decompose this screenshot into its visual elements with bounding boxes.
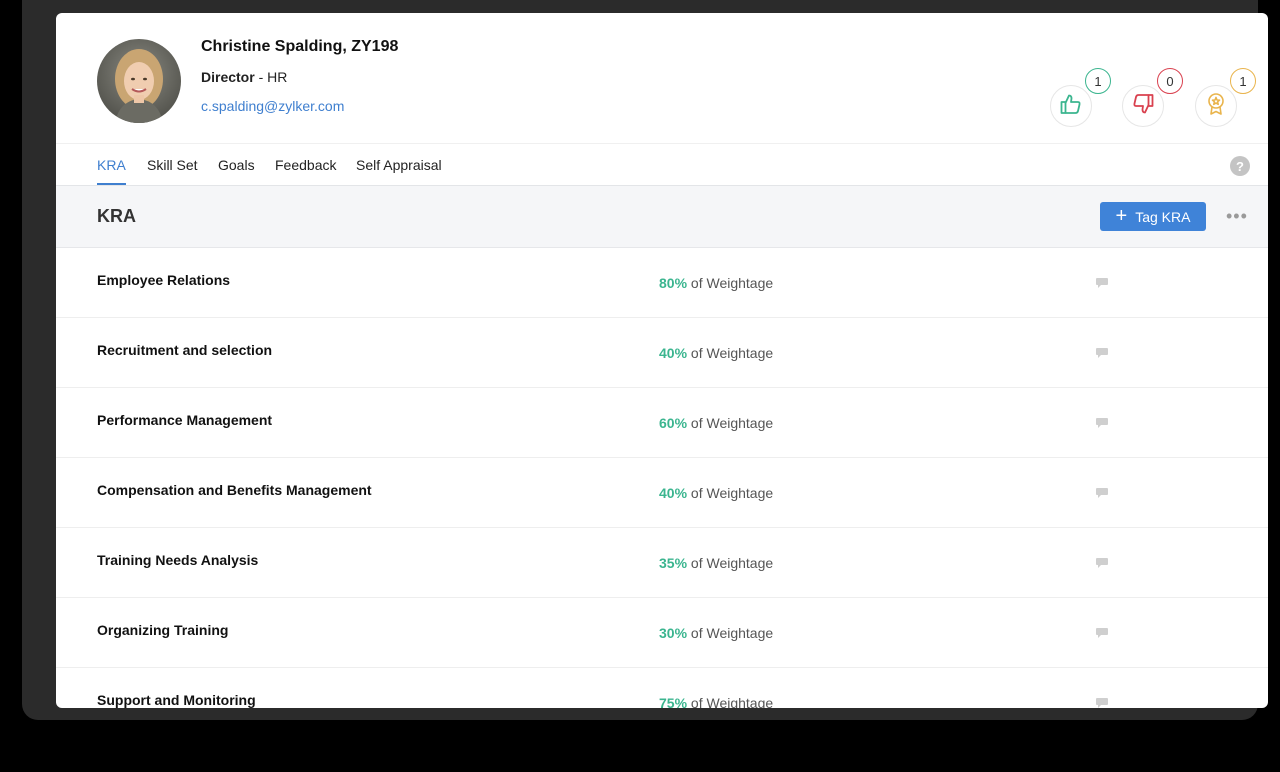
tab-skill-set[interactable]: Skill Set: [147, 157, 198, 173]
role-separator: -: [254, 69, 268, 85]
comment-icon[interactable]: [1095, 276, 1109, 294]
kra-title: Recruitment and selection: [97, 342, 273, 358]
comment-icon[interactable]: [1095, 626, 1109, 644]
employee-name: Christine Spalding, ZY198: [201, 38, 399, 55]
kra-title: Performance Management: [97, 412, 273, 428]
help-icon[interactable]: ?: [1230, 156, 1250, 176]
section-title: KRA: [97, 206, 136, 226]
table-row[interactable]: Employee Relations 80% of Weightage: [56, 248, 1268, 318]
comment-icon[interactable]: [1095, 346, 1109, 364]
comment-icon[interactable]: [1095, 416, 1109, 434]
kra-title: Employee Relations: [97, 272, 231, 288]
table-row[interactable]: Recruitment and selection 40% of Weighta…: [56, 318, 1268, 388]
kra-title: Organizing Training: [97, 622, 229, 638]
weightage-percent: 40%: [659, 345, 688, 361]
table-row[interactable]: Training Needs Analysis 35% of Weightage: [56, 528, 1268, 598]
weightage-percent: 75%: [659, 695, 688, 708]
employee-role: Director - HR: [201, 69, 287, 85]
employee-email-link[interactable]: c.spalding@zylker.com: [201, 98, 344, 114]
thumbs-down-icon: [1131, 92, 1155, 121]
weightage-suffix: of Weightage: [687, 625, 774, 641]
kra-weightage: 40% of Weightage: [659, 485, 773, 501]
plus-icon: +: [1115, 204, 1128, 227]
more-options-icon[interactable]: •••: [1226, 206, 1248, 227]
tab-bar: KRA Skill Set Goals Feedback Self Apprai…: [56, 144, 1268, 186]
kra-weightage: 35% of Weightage: [659, 555, 773, 571]
kra-list: Employee Relations 80% of Weightage Recr…: [56, 248, 1268, 708]
table-row[interactable]: Compensation and Benefits Management 40%…: [56, 458, 1268, 528]
designation: Director: [201, 69, 255, 85]
department: HR: [267, 69, 288, 85]
kra-weightage: 80% of Weightage: [659, 275, 773, 291]
weightage-suffix: of Weightage: [687, 695, 774, 708]
weightage-suffix: of Weightage: [687, 485, 774, 501]
kra-weightage: 40% of Weightage: [659, 345, 773, 361]
avatar: [97, 39, 181, 123]
tab-feedback[interactable]: Feedback: [275, 157, 336, 173]
weightage-suffix: of Weightage: [687, 345, 774, 361]
kra-weightage: 60% of Weightage: [659, 415, 773, 431]
weightage-percent: 30%: [659, 625, 688, 641]
kra-title: Training Needs Analysis: [97, 552, 259, 568]
weightage-suffix: of Weightage: [687, 275, 774, 291]
weightage-percent: 60%: [659, 415, 688, 431]
weightage-percent: 80%: [659, 275, 688, 291]
weightage-percent: 35%: [659, 555, 688, 571]
comment-icon[interactable]: [1095, 486, 1109, 504]
profile-header: Christine Spalding, ZY198 Director - HR …: [56, 13, 1268, 144]
tab-goals[interactable]: Goals: [218, 157, 255, 173]
likes-count: 1: [1085, 68, 1111, 94]
kra-title: Support and Monitoring: [97, 692, 256, 708]
table-row[interactable]: Organizing Training 30% of Weightage: [56, 598, 1268, 668]
kra-weightage: 75% of Weightage: [659, 695, 773, 708]
awards-count: 1: [1230, 68, 1256, 94]
awards-badge[interactable]: 1: [1195, 68, 1256, 127]
tag-kra-button[interactable]: + Tag KRA: [1100, 202, 1206, 231]
thumbs-up-icon: [1059, 92, 1083, 121]
kra-weightage: 30% of Weightage: [659, 625, 773, 641]
comment-icon[interactable]: [1095, 556, 1109, 574]
table-row[interactable]: Support and Monitoring 75% of Weightage: [56, 668, 1268, 708]
likes-badge[interactable]: 1: [1050, 68, 1111, 127]
tab-self-appraisal[interactable]: Self Appraisal: [356, 157, 442, 173]
comment-icon[interactable]: [1095, 696, 1109, 708]
award-medal-icon: [1204, 92, 1228, 121]
kra-section-header: KRA + Tag KRA •••: [56, 186, 1268, 248]
weightage-suffix: of Weightage: [687, 415, 774, 431]
weightage-suffix: of Weightage: [687, 555, 774, 571]
app-window: Christine Spalding, ZY198 Director - HR …: [56, 13, 1268, 708]
dislikes-badge[interactable]: 0: [1122, 68, 1183, 127]
device-frame: Christine Spalding, ZY198 Director - HR …: [22, 0, 1268, 720]
tab-kra[interactable]: KRA: [97, 157, 126, 185]
kra-title: Compensation and Benefits Management: [97, 482, 372, 498]
tag-kra-label: Tag KRA: [1135, 208, 1191, 225]
table-row[interactable]: Performance Management 60% of Weightage: [56, 388, 1268, 458]
weightage-percent: 40%: [659, 485, 688, 501]
dislikes-count: 0: [1157, 68, 1183, 94]
